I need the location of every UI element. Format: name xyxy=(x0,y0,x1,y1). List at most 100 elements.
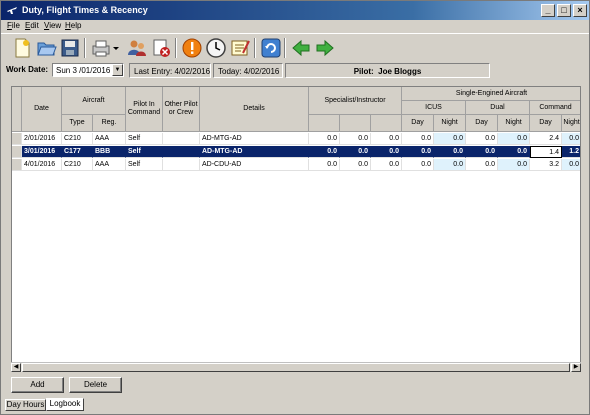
cell-other[interactable] xyxy=(163,159,200,171)
cell-spec-2[interactable]: 0.0 xyxy=(371,159,402,171)
cell-icus-day[interactable]: 0.0 xyxy=(402,133,434,145)
users-icon[interactable] xyxy=(126,37,148,59)
cell-spec-0[interactable]: 0.0 xyxy=(309,146,340,158)
cell-spec-2[interactable]: 0.0 xyxy=(371,146,402,158)
cell-spec-1[interactable]: 0.0 xyxy=(340,133,371,145)
chevron-down-icon[interactable]: ▼ xyxy=(112,64,123,76)
toolbar-separator xyxy=(84,38,86,58)
col-header-dual-night[interactable]: Night xyxy=(498,115,530,132)
cell-dual-night[interactable]: 0.0 xyxy=(498,146,530,158)
scroll-thumb[interactable] xyxy=(22,363,570,372)
cell-icus-night[interactable]: 0.0 xyxy=(434,133,466,145)
delete-record-icon[interactable] xyxy=(150,37,172,59)
row-indicator[interactable] xyxy=(12,133,22,145)
cell-pic[interactable]: Self xyxy=(126,133,163,145)
row-indicator[interactable] xyxy=(12,146,22,158)
col-header-pilot-in-command[interactable]: Pilot In Command xyxy=(126,87,163,132)
cell-dual-night[interactable]: 0.0 xyxy=(498,133,530,145)
cell-reg[interactable]: BBB xyxy=(93,146,126,158)
print-dropdown-icon[interactable] xyxy=(112,37,120,59)
cell-date[interactable]: 2/01/2016 xyxy=(22,133,62,145)
cell-type[interactable]: C210 xyxy=(62,159,93,171)
logbook-grid[interactable]: Date Aircraft Type Reg. Pilot In Command Othe… xyxy=(11,86,581,372)
scroll-right-icon[interactable]: ▶ xyxy=(571,363,581,372)
cell-dual-night[interactable]: 0.0 xyxy=(498,159,530,171)
cell-details[interactable]: AD-CDU-AD xyxy=(200,159,309,171)
save-disk-icon[interactable] xyxy=(59,37,81,59)
cell-details[interactable]: AD-MTG-AD xyxy=(200,133,309,145)
cell-cmd-night[interactable]: 0.0 xyxy=(562,159,580,171)
col-header-dual-day[interactable]: Day xyxy=(466,115,498,132)
add-button[interactable]: Add xyxy=(11,377,64,393)
warning-icon[interactable] xyxy=(181,37,203,59)
cell-reg[interactable]: AAA xyxy=(93,159,126,171)
cell-cmd-day[interactable]: 3.2 xyxy=(530,159,562,171)
close-button[interactable]: × xyxy=(573,4,587,17)
cell-pic[interactable]: Self xyxy=(126,159,163,171)
notepad-icon[interactable] xyxy=(229,37,251,59)
cell-spec-1[interactable]: 0.0 xyxy=(340,146,371,158)
cell-details[interactable]: AD-MTG-AD xyxy=(200,146,309,158)
menu-file[interactable]: File xyxy=(7,21,20,30)
cell-pic[interactable]: Self xyxy=(126,146,163,158)
scroll-left-icon[interactable]: ◀ xyxy=(11,363,21,372)
col-header-spec-1[interactable] xyxy=(309,115,340,132)
cell-icus-night[interactable]: 0.0 xyxy=(434,146,466,158)
col-header-icus-day[interactable]: Day xyxy=(402,115,434,132)
cell-cmd-day[interactable]: 2.4 xyxy=(530,133,562,145)
cell-dual-day[interactable]: 0.0 xyxy=(466,159,498,171)
cell-dual-day[interactable]: 0.0 xyxy=(466,133,498,145)
cell-icus-night[interactable]: 0.0 xyxy=(434,159,466,171)
cell-reg[interactable]: AAA xyxy=(93,133,126,145)
menu-edit[interactable]: Edit xyxy=(25,21,39,30)
col-header-command-night[interactable]: Night xyxy=(562,115,580,132)
cell-spec-2[interactable]: 0.0 xyxy=(371,133,402,145)
delete-button[interactable]: Delete xyxy=(69,377,122,393)
cell-spec-0[interactable]: 0.0 xyxy=(309,159,340,171)
minimize-button[interactable]: _ xyxy=(541,4,555,17)
row-indicator[interactable] xyxy=(12,159,22,171)
col-header-icus-night[interactable]: Night xyxy=(434,115,466,132)
cell-other[interactable] xyxy=(163,133,200,145)
tab-logbook[interactable]: Logbook xyxy=(46,398,84,411)
title-bar[interactable]: Duty, Flight Times & Recency _ □ × xyxy=(1,1,589,20)
refresh-icon[interactable] xyxy=(260,37,282,59)
cell-icus-day[interactable]: 0.0 xyxy=(402,159,434,171)
col-header-reg[interactable]: Reg. xyxy=(93,115,126,132)
print-icon[interactable] xyxy=(90,37,112,59)
cell-cmd-night[interactable]: 0.0 xyxy=(562,133,580,145)
open-folder-icon[interactable] xyxy=(35,37,57,59)
cell-other[interactable] xyxy=(163,146,200,158)
col-header-spec-2[interactable] xyxy=(340,115,371,132)
back-arrow-icon[interactable] xyxy=(290,37,312,59)
cell-spec-0[interactable]: 0.0 xyxy=(309,133,340,145)
cell-cmd-day[interactable]: 1.4 xyxy=(530,146,562,158)
col-header-details[interactable]: Details xyxy=(200,87,309,132)
maximize-button[interactable]: □ xyxy=(557,4,571,17)
menu-view[interactable]: View xyxy=(44,21,61,30)
menu-help[interactable]: Help xyxy=(65,21,81,30)
col-header-type[interactable]: Type xyxy=(62,115,93,132)
tab-day-hours[interactable]: Day Hours xyxy=(5,399,46,411)
cell-dual-day[interactable]: 0.0 xyxy=(466,146,498,158)
col-header-command: Command xyxy=(530,101,580,115)
col-header-command-day[interactable]: Day xyxy=(530,115,562,132)
forward-arrow-icon[interactable] xyxy=(314,37,336,59)
col-header-specialist: Specialist/Instructor xyxy=(309,87,402,115)
cell-date[interactable]: 4/01/2016 xyxy=(22,159,62,171)
cell-type[interactable]: C210 xyxy=(62,133,93,145)
cell-date[interactable]: 3/01/2016 xyxy=(22,146,62,158)
horizontal-scrollbar[interactable]: ◀ ▶ xyxy=(11,362,581,372)
cell-spec-1[interactable]: 0.0 xyxy=(340,159,371,171)
new-document-icon[interactable] xyxy=(11,37,33,59)
clock-icon[interactable] xyxy=(205,37,227,59)
col-header-icus: ICUS xyxy=(402,101,466,115)
col-header-other-pilot[interactable]: Other Pilot or Crew xyxy=(163,87,200,132)
cell-icus-day[interactable]: 0.0 xyxy=(402,146,434,158)
col-header-date[interactable]: Date xyxy=(22,87,62,132)
col-header-spec-3[interactable] xyxy=(371,115,402,132)
cell-cmd-night[interactable]: 1.2 xyxy=(562,146,580,158)
work-date-picker[interactable]: Sun 3 /01/2016 ▼ xyxy=(52,63,124,77)
menu-bar: File Edit View Help xyxy=(1,20,589,33)
cell-type[interactable]: C177 xyxy=(62,146,93,158)
